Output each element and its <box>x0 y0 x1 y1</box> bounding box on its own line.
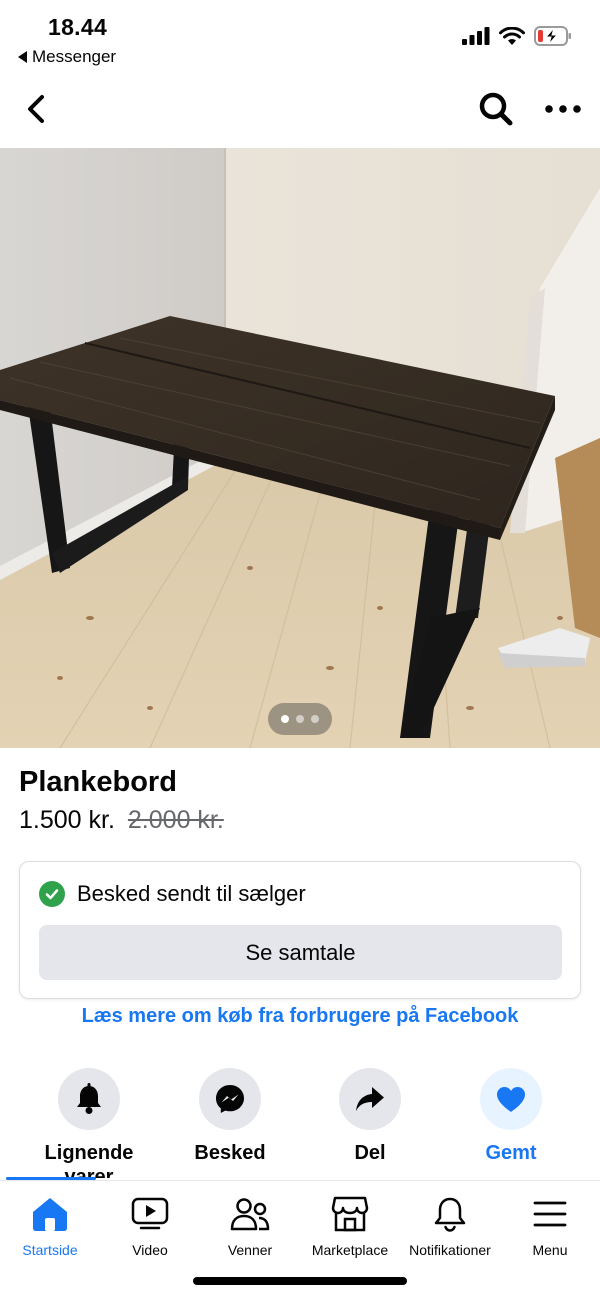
table-photo-illustration <box>0 148 600 748</box>
learn-more-link[interactable]: Læs mere om køb fra forbrugere på Facebo… <box>0 1005 600 1028</box>
marketplace-icon <box>331 1196 369 1232</box>
more-horizontal-icon[interactable] <box>542 90 584 128</box>
friends-icon <box>230 1198 270 1231</box>
messenger-icon <box>216 1085 244 1113</box>
search-icon[interactable] <box>476 89 516 129</box>
action-label: Lignende varer <box>44 1142 134 1178</box>
message-sent-card: Besked sendt til sælger Se samtale <box>19 861 581 999</box>
listing-price: 1.500 kr. <box>19 806 115 834</box>
back-to-app-link[interactable]: Messenger <box>18 47 116 67</box>
message-action[interactable]: Besked <box>160 1068 300 1165</box>
menu-icon <box>533 1201 567 1227</box>
bottom-tab-bar: Startside Video Venner Marketplace Notif… <box>0 1181 600 1261</box>
video-icon <box>131 1197 169 1230</box>
top-nav <box>0 80 600 138</box>
battery-charging-icon <box>534 26 571 46</box>
listing-photo[interactable] <box>0 148 600 748</box>
saved-action[interactable]: Gemt <box>441 1068 581 1165</box>
signal-icon <box>462 27 490 45</box>
tab-label: Notifikationer <box>409 1242 491 1258</box>
message-status-text: Besked sendt til sælger <box>77 881 306 906</box>
see-conversation-button[interactable]: Se samtale <box>39 925 562 980</box>
tab-label: Venner <box>227 1242 273 1258</box>
status-bar: 18.44 Messenger <box>0 0 600 76</box>
tab-label: Menu <box>532 1242 568 1258</box>
tab-startside[interactable]: Startside <box>0 1181 100 1261</box>
action-circle[interactable] <box>58 1068 120 1130</box>
tab-label: Video <box>132 1242 168 1258</box>
action-row: Lignende varer Besked Del Gemt <box>0 1068 600 1178</box>
listing-title: Plankebord <box>19 766 177 798</box>
bell-icon <box>434 1197 466 1232</box>
action-circle[interactable] <box>339 1068 401 1130</box>
tab-label: Startside <box>22 1242 78 1258</box>
tab-video[interactable]: Video <box>100 1181 200 1261</box>
tab-notifications[interactable]: Notifikationer <box>400 1181 500 1261</box>
back-chevron-icon[interactable] <box>22 90 56 128</box>
tab-marketplace[interactable]: Marketplace <box>300 1181 400 1261</box>
similar-items-action[interactable]: Lignende varer <box>19 1068 159 1178</box>
share-action[interactable]: Del <box>300 1068 440 1165</box>
message-status-row: Besked sendt til sælger <box>39 881 306 907</box>
status-time: 18.44 <box>48 14 108 40</box>
check-circle-icon <box>39 881 65 907</box>
photo-dot[interactable] <box>296 715 304 723</box>
home-indicator <box>193 1277 407 1285</box>
wifi-icon <box>499 26 525 45</box>
tab-friends[interactable]: Venner <box>200 1181 300 1261</box>
photo-dot[interactable] <box>281 715 289 723</box>
bell-icon <box>77 1083 101 1114</box>
heart-icon <box>497 1087 525 1112</box>
back-triangle-icon <box>18 51 27 63</box>
action-label: Del <box>354 1142 386 1164</box>
original-price: 2.000 kr. <box>127 806 224 834</box>
status-icons <box>462 26 572 46</box>
price-row: 1.500 kr. 2.000 kr. <box>19 806 224 835</box>
photo-dot[interactable] <box>311 715 319 723</box>
action-circle[interactable] <box>199 1068 261 1130</box>
action-label: Besked <box>194 1142 266 1164</box>
home-icon <box>33 1198 67 1231</box>
tab-label: Marketplace <box>311 1242 389 1258</box>
tab-menu[interactable]: Menu <box>500 1181 600 1261</box>
action-label: Gemt <box>485 1142 537 1164</box>
back-app-label: Messenger <box>32 47 117 66</box>
photo-pagination[interactable] <box>268 703 332 735</box>
action-circle[interactable] <box>480 1068 542 1130</box>
share-arrow-icon <box>356 1087 384 1111</box>
